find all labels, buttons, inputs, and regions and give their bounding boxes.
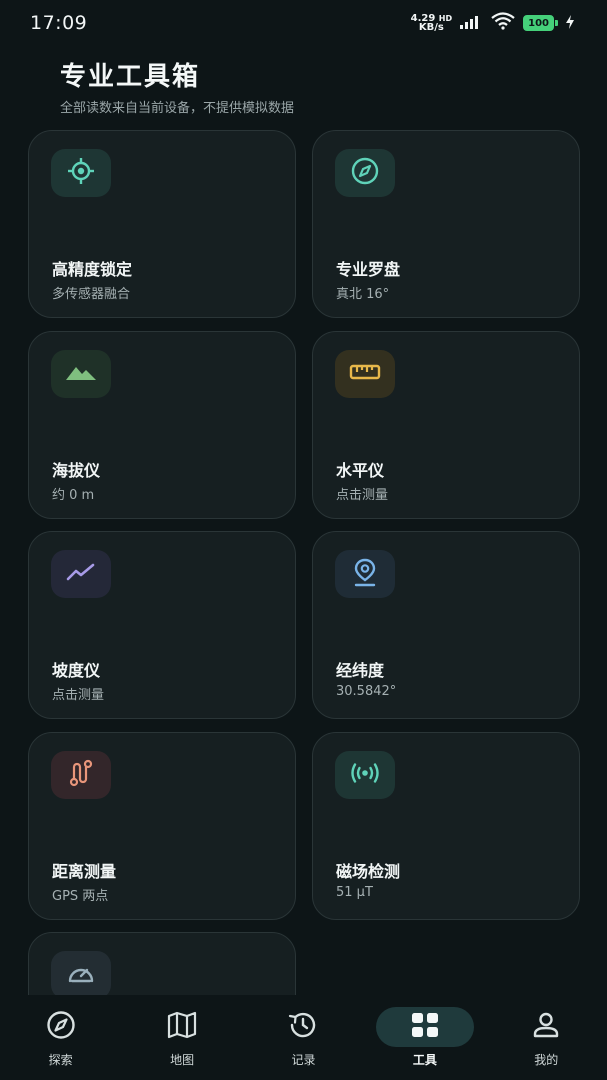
tool-reading: 30.5842° <box>336 684 397 699</box>
map-icon <box>167 1011 197 1043</box>
nav-item-map[interactable]: 地图 <box>132 1007 232 1068</box>
tool-reading: 51 μT <box>336 885 373 900</box>
tool-icon-box <box>51 951 111 999</box>
tool-card-compass[interactable]: 专业罗盘 真北 16° <box>312 130 580 318</box>
tool-card-distance[interactable]: 距离测量 GPS 两点 <box>28 732 296 920</box>
nav-label: 探索 <box>48 1053 73 1067</box>
crosshair-icon <box>66 156 96 190</box>
wifi-icon <box>490 12 516 34</box>
nav-label: 工具 <box>412 1053 437 1067</box>
tool-reading: 约 0 m <box>52 488 95 503</box>
tool-icon-box <box>335 149 395 197</box>
charging-icon <box>565 14 575 33</box>
tool-reading: 点击测量 <box>52 688 105 703</box>
signal-icon <box>349 762 381 788</box>
tool-icon-box <box>51 350 111 398</box>
tool-card-precision-lock[interactable]: 高精度锁定 多传感器融合 <box>28 130 296 318</box>
tool-name: 距离测量 <box>52 862 117 881</box>
bottom-nav: 探索 地图 记录 工具 我的 <box>0 995 607 1080</box>
tool-card-altimeter[interactable]: 海拔仪 约 0 m <box>28 331 296 519</box>
tool-name: 高精度锁定 <box>52 260 133 279</box>
nav-item-tools[interactable]: 工具 <box>375 1007 475 1068</box>
cellular-signal-icon <box>459 14 483 33</box>
nav-label: 我的 <box>534 1053 559 1067</box>
location-pin-icon <box>351 557 379 591</box>
tool-card-level[interactable]: 水平仪 点击测量 <box>312 331 580 519</box>
history-icon <box>287 1010 319 1044</box>
mountain-icon <box>65 362 97 386</box>
user-icon <box>532 1011 560 1043</box>
ruler-icon <box>349 363 381 385</box>
tool-name: 水平仪 <box>336 461 385 480</box>
tool-icon-box <box>51 751 111 799</box>
tool-reading: GPS 两点 <box>52 889 109 904</box>
tool-name: 专业罗盘 <box>336 260 401 279</box>
network-speed: 4.29 HD KB/s <box>410 13 453 33</box>
compass-nav-icon <box>46 1010 76 1044</box>
trend-icon <box>66 562 96 586</box>
nav-item-profile[interactable]: 我的 <box>496 1007 596 1068</box>
tool-card-inclinometer[interactable]: 坡度仪 点击测量 <box>28 531 296 719</box>
speedometer-icon <box>66 961 96 989</box>
nav-item-records[interactable]: 记录 <box>253 1007 353 1068</box>
page-title: 专业工具箱 <box>60 62 201 92</box>
tool-reading: 点击测量 <box>336 488 389 503</box>
status-icons: 4.29 HD KB/s 100 <box>411 12 575 34</box>
status-bar: 17:09 4.29 HD KB/s 100 <box>0 0 607 46</box>
tool-card-magnetometer[interactable]: 磁场检测 51 μT <box>312 732 580 920</box>
tool-icon-box <box>335 550 395 598</box>
nav-item-explore[interactable]: 探索 <box>11 1007 111 1068</box>
tool-reading: 多传感器融合 <box>52 287 131 302</box>
tool-name: 经纬度 <box>336 661 385 680</box>
status-time: 17:09 <box>30 12 88 34</box>
route-icon <box>67 759 95 791</box>
grid-icon <box>411 1012 439 1042</box>
page-header: 专业工具箱 全部读数来自当前设备，不提供模拟数据 <box>60 56 294 116</box>
tool-name: 坡度仪 <box>52 661 101 680</box>
compass-icon <box>350 156 380 190</box>
page-subtitle: 全部读数来自当前设备，不提供模拟数据 <box>60 101 295 116</box>
tool-reading: 真北 16° <box>336 287 390 302</box>
tool-name: 海拔仪 <box>52 461 101 480</box>
tool-icon-box <box>51 550 111 598</box>
tool-icon-box <box>335 751 395 799</box>
tool-name: 磁场检测 <box>336 862 401 881</box>
nav-label: 地图 <box>170 1053 195 1067</box>
tool-icon-box <box>51 149 111 197</box>
tool-icon-box <box>335 350 395 398</box>
tool-card-coordinates[interactable]: 经纬度 30.5842° <box>312 531 580 719</box>
nav-label: 记录 <box>291 1053 316 1067</box>
battery-indicator: 100 <box>523 15 558 31</box>
